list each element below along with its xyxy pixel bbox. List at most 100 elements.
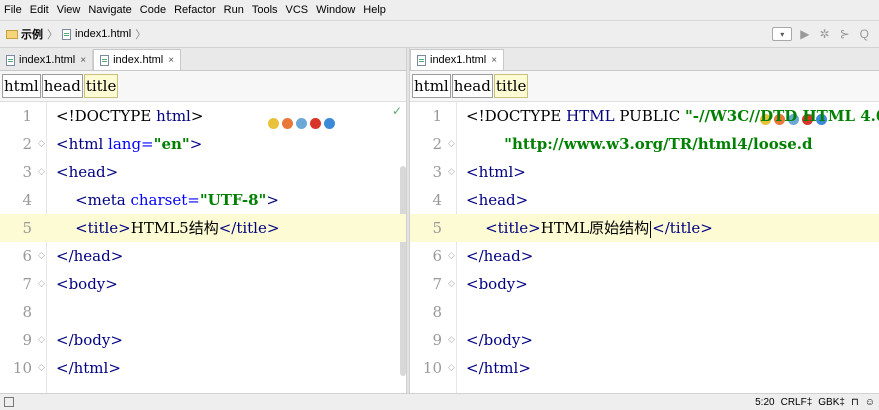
code-line[interactable]: 8: [410, 298, 879, 326]
line-number: 4: [432, 191, 442, 209]
fold-marker-icon[interactable]: ◇: [38, 158, 45, 186]
menu-window[interactable]: Window: [312, 4, 359, 16]
breadcrumb-file[interactable]: index1.html: [75, 28, 131, 40]
tag-crumb-html[interactable]: html: [412, 74, 451, 98]
code-line[interactable]: 1 <!DOCTYPE html>: [0, 102, 408, 130]
right-editor-pane: index1.html × html head title 1 <!DOCTYPE HT…: [410, 48, 879, 393]
code-token: <body>: [466, 275, 528, 293]
search-icon[interactable]: Q: [860, 27, 869, 41]
menu-edit[interactable]: Edit: [26, 4, 53, 16]
code-token: >: [266, 191, 279, 209]
code-text: <html lang="en">: [56, 130, 202, 158]
tool-windows-icon[interactable]: [4, 397, 14, 407]
code-text: <meta charset="UTF-8">: [56, 186, 279, 214]
code-token: >: [190, 107, 204, 125]
left-tab-0[interactable]: index1.html ×: [0, 50, 94, 70]
menu-vcs[interactable]: VCS: [282, 4, 313, 16]
coverage-icon[interactable]: ⊱: [840, 27, 850, 41]
file-encoding[interactable]: GBK‡: [818, 397, 845, 408]
close-tab-icon[interactable]: ×: [80, 55, 86, 66]
cursor-position[interactable]: 5:20: [755, 397, 774, 408]
code-token: HTML: [566, 107, 620, 125]
menu-code[interactable]: Code: [136, 4, 170, 16]
code-line[interactable]: 7 ◇ <body>: [410, 270, 879, 298]
close-tab-icon[interactable]: ×: [491, 55, 497, 66]
right-code-editor[interactable]: 1 <!DOCTYPE HTML PUBLIC "-//W3C//DTD HTML…: [410, 102, 879, 393]
fold-marker-icon[interactable]: ◇: [448, 158, 455, 186]
fold-marker-icon[interactable]: ◇: [38, 326, 45, 354]
code-line[interactable]: 4 <meta charset="UTF-8">: [0, 186, 408, 214]
fold-marker-icon[interactable]: ◇: [38, 130, 45, 158]
menu-view[interactable]: View: [53, 4, 85, 16]
menu-file[interactable]: File: [0, 4, 26, 16]
fold-marker-icon[interactable]: ◇: [38, 242, 45, 270]
code-line[interactable]: 9 ◇ </body>: [410, 326, 879, 354]
tag-crumb-head[interactable]: head: [451, 74, 493, 98]
inspector-icon[interactable]: ☺: [865, 397, 875, 408]
fold-marker-icon[interactable]: ◇: [448, 270, 455, 298]
menu-help[interactable]: Help: [359, 4, 390, 16]
fold-marker-icon[interactable]: ◇: [448, 130, 455, 158]
code-line[interactable]: 2 ◇ "http://www.w3.org/TR/html4/loose.d: [410, 130, 879, 158]
tab-label: index1.html: [430, 54, 487, 66]
close-tab-icon[interactable]: ×: [168, 55, 174, 66]
code-line[interactable]: 8: [0, 298, 408, 326]
text-caret: [650, 220, 652, 238]
menu-tools[interactable]: Tools: [248, 4, 282, 16]
menu-refactor[interactable]: Refactor: [170, 4, 220, 16]
line-number: 6: [432, 247, 442, 265]
code-text: </html>: [56, 354, 121, 382]
line-separator[interactable]: CRLF‡: [781, 397, 813, 408]
code-line[interactable]: 7 ◇ <body>: [0, 270, 408, 298]
code-text: <body>: [56, 270, 118, 298]
left-code-editor[interactable]: ✓ 1 <!DOCTYPE html> 2 ◇ <html lang="en"> 3 ◇ <h…: [0, 102, 408, 393]
code-line[interactable]: 10 ◇ </html>: [410, 354, 879, 382]
right-tab-0[interactable]: index1.html ×: [410, 49, 505, 70]
code-line[interactable]: 6 ◇ </head>: [410, 242, 879, 270]
code-line[interactable]: 3 ◇ <html>: [410, 158, 879, 186]
lock-icon[interactable]: ⊓: [851, 397, 859, 408]
fold-marker-icon[interactable]: ◇: [448, 242, 455, 270]
code-line[interactable]: 3 ◇ <head>: [0, 158, 408, 186]
tag-crumb-head[interactable]: head: [41, 74, 83, 98]
tag-crumb-title[interactable]: title: [83, 74, 119, 98]
breadcrumb-separator-icon: 〉: [47, 29, 58, 41]
debug-icon[interactable]: ✲: [820, 27, 830, 41]
fold-marker-icon[interactable]: ◇: [448, 354, 455, 382]
menu-navigate[interactable]: Navigate: [84, 4, 135, 16]
code-text: "http://www.w3.org/TR/html4/loose.d: [466, 130, 812, 158]
code-line[interactable]: 10 ◇ </html>: [0, 354, 408, 382]
left-tab-1[interactable]: index.html ×: [93, 49, 182, 70]
navigation-bar: 示例 〉 index1.html 〉 ▾ ▶ ✲ ⊱ Q: [0, 21, 879, 48]
code-token: <!DOCTYPE: [466, 107, 567, 125]
fold-marker-icon[interactable]: ◇: [38, 270, 45, 298]
code-token: charset=: [130, 191, 200, 209]
line-number: 8: [432, 303, 442, 321]
line-number: 9: [22, 331, 32, 349]
run-config-dropdown[interactable]: ▾: [772, 27, 793, 41]
line-number: 3: [22, 163, 32, 181]
code-token: >: [189, 135, 203, 153]
code-line[interactable]: 6 ◇ </head>: [0, 242, 408, 270]
fold-marker-icon[interactable]: ◇: [448, 326, 455, 354]
code-token: HTML5结构: [130, 219, 219, 237]
code-text: </body>: [56, 326, 123, 354]
run-icon[interactable]: ▶: [800, 27, 809, 41]
code-line[interactable]: 1 <!DOCTYPE HTML PUBLIC "-//W3C//DTD HTML…: [410, 102, 879, 130]
html-file-icon: [100, 54, 110, 66]
menu-run[interactable]: Run: [220, 4, 248, 16]
tag-crumb-html[interactable]: html: [2, 74, 41, 98]
status-bar: 5:20 CRLF‡ GBK‡ ⊓ ☺: [0, 393, 879, 410]
fold-marker-icon[interactable]: ◇: [38, 354, 45, 382]
breadcrumb-project[interactable]: 示例: [21, 26, 43, 42]
code-line[interactable]: 5 <title>HTML5结构</title>: [0, 214, 408, 242]
tag-crumb-title[interactable]: title: [493, 74, 529, 98]
left-tab-bar: index1.html × index.html ×: [0, 48, 408, 71]
code-line[interactable]: 5 <title>HTML原始结构 </title>: [410, 214, 879, 242]
code-line[interactable]: 9 ◇ </body>: [0, 326, 408, 354]
code-line[interactable]: 2 ◇ <html lang="en">: [0, 130, 408, 158]
code-line[interactable]: 4 <head>: [410, 186, 879, 214]
html-file-icon: [417, 54, 426, 66]
